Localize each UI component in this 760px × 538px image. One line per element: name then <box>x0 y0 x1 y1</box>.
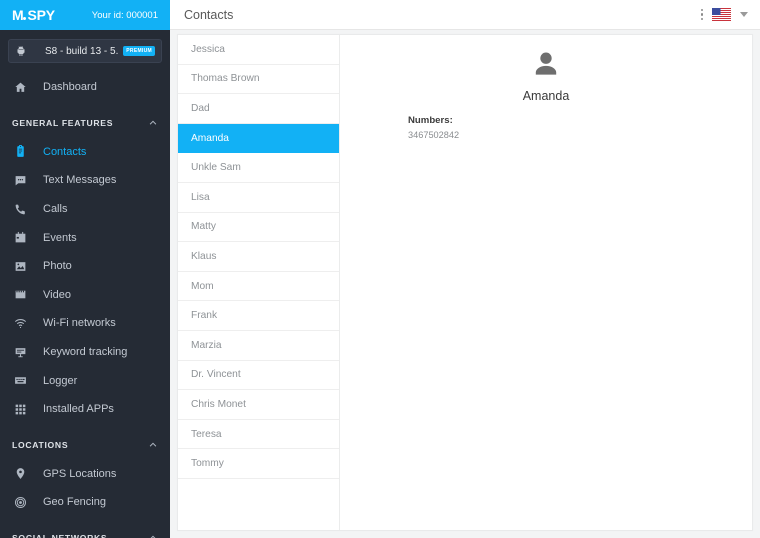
list-item[interactable]: Unkle Sam <box>178 153 339 183</box>
sidebar-item-geo-fencing[interactable]: Geo Fencing <box>0 488 170 517</box>
list-item[interactable]: Teresa <box>178 420 339 450</box>
contact-list[interactable]: Jessica Thomas Brown Dad Amanda Unkle Sa… <box>178 35 340 530</box>
grid-apps-icon <box>12 401 28 417</box>
sidebar: S8 - build 13 - 5... PREMIUM Dashboard G… <box>0 30 170 538</box>
sidebar-item-wifi-networks-label: Wi-Fi networks <box>43 317 116 330</box>
content-area: Jessica Thomas Brown Dad Amanda Unkle Sa… <box>170 30 760 538</box>
list-item[interactable]: Dad <box>178 94 339 124</box>
sidebar-item-dashboard-label: Dashboard <box>43 81 97 94</box>
list-item[interactable]: Lisa <box>178 183 339 213</box>
sidebar-item-installed-apps[interactable]: Installed APPs <box>0 395 170 424</box>
sidebar-item-events[interactable]: Events <box>0 223 170 252</box>
header-bar: Contacts <box>170 0 760 30</box>
list-item[interactable]: Thomas Brown <box>178 65 339 95</box>
contacts-icon <box>12 144 28 160</box>
user-id-label: Your id: 000001 <box>91 9 158 21</box>
list-item[interactable]: Dr. Vincent <box>178 361 339 391</box>
top-bar: M SPY Your id: 000001 Contacts <box>0 0 760 30</box>
device-label: S8 - build 13 - 5... <box>45 45 119 57</box>
list-item[interactable]: Matty <box>178 213 339 243</box>
sidebar-item-contacts[interactable]: Contacts <box>0 138 170 167</box>
contact-detail-panel: Amanda Numbers: 3467502842 <box>340 35 752 530</box>
calendar-icon <box>12 230 28 246</box>
keyword-icon <box>12 344 28 360</box>
list-item[interactable]: Klaus <box>178 242 339 272</box>
sidebar-item-geo-fencing-label: Geo Fencing <box>43 496 106 509</box>
sidebar-item-contacts-label: Contacts <box>43 145 87 158</box>
sidebar-item-keyword-tracking[interactable]: Keyword tracking <box>0 338 170 367</box>
message-icon <box>12 172 28 188</box>
vertical-dots-icon[interactable] <box>700 8 703 21</box>
device-selector[interactable]: S8 - build 13 - 5... PREMIUM <box>8 39 162 63</box>
sidebar-section-general-features-label: GENERAL FEATURES <box>12 117 114 128</box>
sidebar-item-wifi-networks[interactable]: Wi-Fi networks <box>0 309 170 338</box>
sidebar-item-gps-locations[interactable]: GPS Locations <box>0 460 170 489</box>
list-item[interactable]: Marzia <box>178 331 339 361</box>
numbers-label: Numbers: <box>408 115 453 126</box>
avatar-block: Amanda <box>340 48 752 103</box>
contacts-card: Jessica Thomas Brown Dad Amanda Unkle Sa… <box>177 34 753 531</box>
list-item[interactable]: Tommy <box>178 449 339 479</box>
page-title: Contacts <box>184 7 234 22</box>
video-icon <box>12 287 28 303</box>
sidebar-item-video[interactable]: Video <box>0 281 170 310</box>
chevron-up-icon <box>148 533 158 538</box>
body: S8 - build 13 - 5... PREMIUM Dashboard G… <box>0 30 760 538</box>
sidebar-section-locations-label: LOCATIONS <box>12 439 69 450</box>
list-item[interactable]: Mom <box>178 272 339 302</box>
list-item[interactable]: Chris Monet <box>178 390 339 420</box>
sidebar-item-photo[interactable]: Photo <box>0 252 170 281</box>
brand-bar: M SPY Your id: 000001 <box>0 0 170 30</box>
logo-dot-icon <box>23 16 27 20</box>
sidebar-item-photo-label: Photo <box>43 260 72 273</box>
sidebar-item-keyword-tracking-label: Keyword tracking <box>43 346 128 359</box>
target-icon <box>12 494 28 510</box>
sidebar-item-installed-apps-label: Installed APPs <box>43 403 114 416</box>
chevron-up-icon <box>148 440 158 450</box>
sidebar-item-gps-locations-label: GPS Locations <box>43 467 117 480</box>
logo-letter-m: M <box>12 7 24 23</box>
dot-2 <box>700 13 703 16</box>
chevron-down-icon[interactable] <box>740 12 748 17</box>
numbers-value[interactable]: 3467502842 <box>408 130 459 140</box>
contact-name: Amanda <box>522 89 570 103</box>
app-root: M SPY Your id: 000001 Contacts S8 - buil… <box>0 0 760 538</box>
chevron-up-icon <box>148 118 158 128</box>
android-icon <box>17 46 25 56</box>
dot-1 <box>700 8 703 12</box>
numbers-block: Numbers: 3467502842 <box>408 115 459 140</box>
list-item[interactable]: Jessica <box>178 35 339 65</box>
sidebar-section-social-networks-label: SOCIAL NETWORKS <box>12 532 108 538</box>
sidebar-item-video-label: Video <box>43 288 71 301</box>
dot-3 <box>700 17 703 21</box>
sidebar-item-calls-label: Calls <box>43 203 68 216</box>
sidebar-item-dashboard[interactable]: Dashboard <box>0 73 170 102</box>
logger-icon <box>12 373 28 389</box>
map-pin-icon <box>12 466 28 482</box>
list-item-selected[interactable]: Amanda <box>178 123 339 154</box>
sidebar-item-text-messages-label: Text Messages <box>43 174 117 187</box>
sidebar-item-text-messages[interactable]: Text Messages <box>0 166 170 195</box>
header-actions <box>700 8 753 21</box>
person-avatar-icon <box>535 52 557 75</box>
phone-icon <box>12 201 28 217</box>
sidebar-section-locations[interactable]: LOCATIONS <box>0 430 170 460</box>
mspy-logo[interactable]: M SPY <box>12 7 55 23</box>
premium-badge: PREMIUM <box>123 46 155 56</box>
sidebar-section-social-networks[interactable]: SOCIAL NETWORKS <box>0 523 170 538</box>
sidebar-item-calls[interactable]: Calls <box>0 195 170 224</box>
sidebar-item-logger[interactable]: Logger <box>0 366 170 395</box>
sidebar-section-general-features[interactable]: GENERAL FEATURES <box>0 108 170 138</box>
wifi-icon <box>12 315 28 331</box>
sidebar-item-logger-label: Logger <box>43 374 78 387</box>
logo-letters-spy: SPY <box>27 7 55 23</box>
sidebar-item-events-label: Events <box>43 231 77 244</box>
us-flag-icon[interactable] <box>712 8 731 21</box>
list-item[interactable]: Frank <box>178 301 339 331</box>
home-icon <box>12 79 28 95</box>
photo-icon <box>12 258 28 274</box>
